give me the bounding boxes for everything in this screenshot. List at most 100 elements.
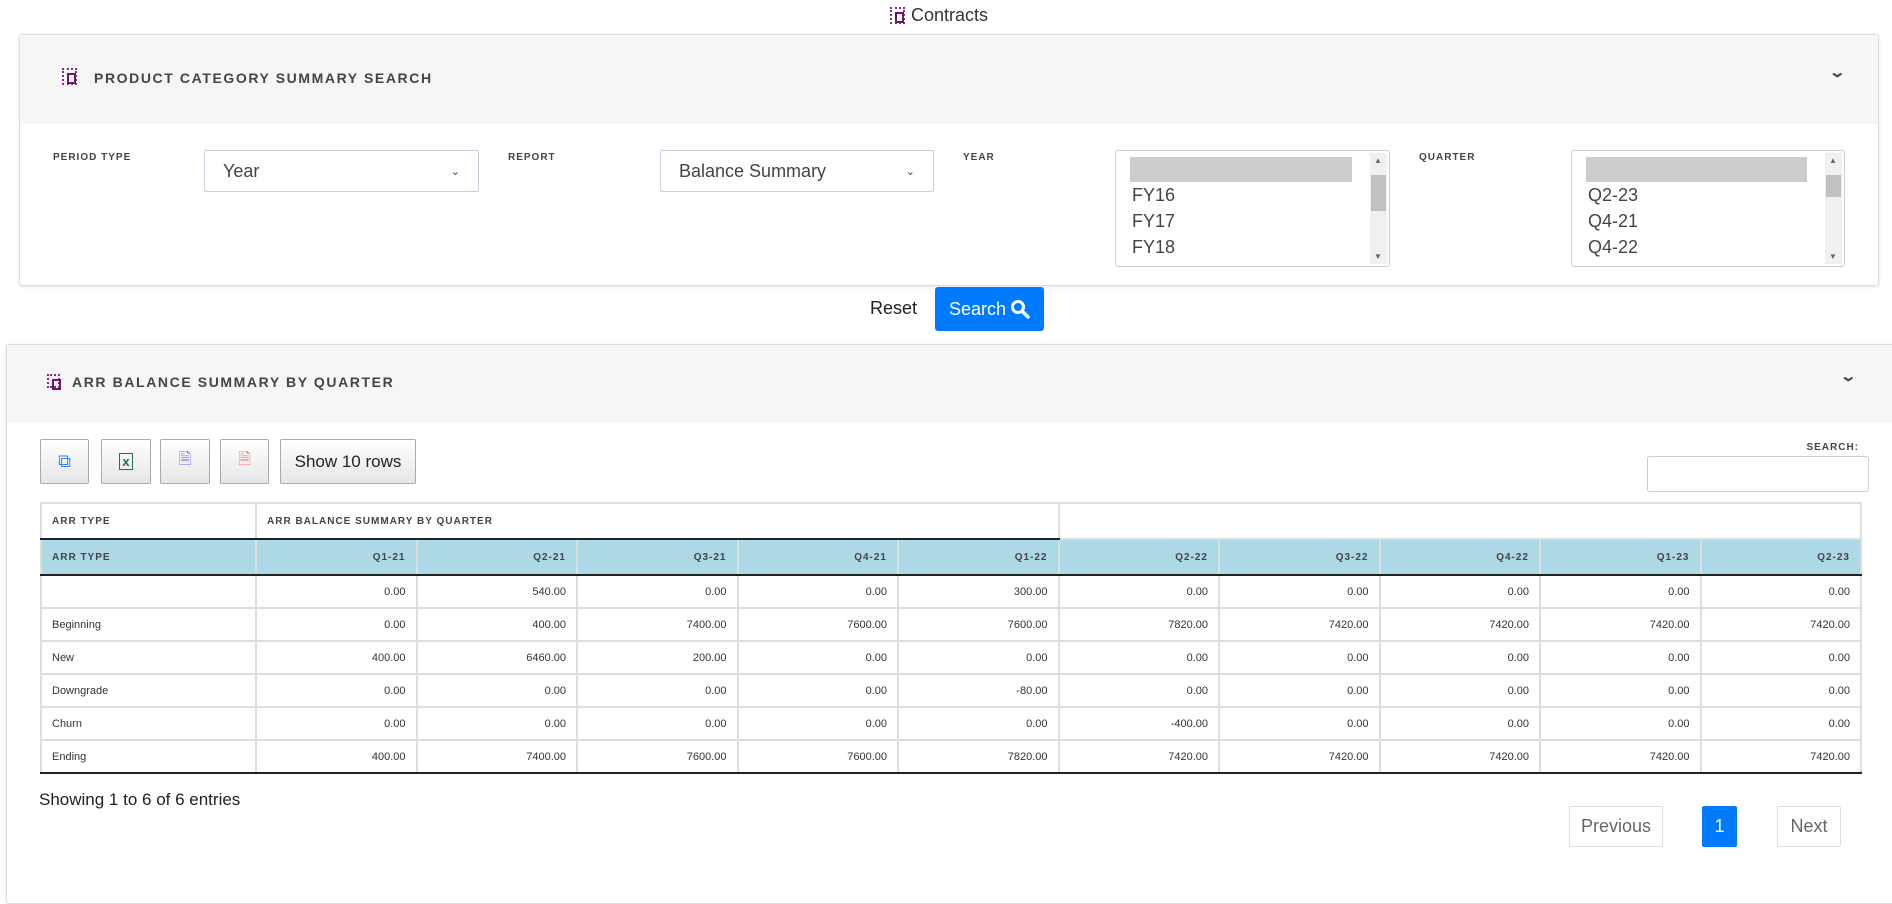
column-header[interactable]: Q1-23 bbox=[1539, 538, 1702, 576]
product-icon bbox=[62, 68, 77, 85]
column-header[interactable]: Q2-21 bbox=[415, 538, 578, 576]
year-option[interactable]: FY16 bbox=[1116, 182, 1367, 208]
scroll-up-icon[interactable]: ▲ bbox=[1829, 156, 1837, 165]
excel-icon: x bbox=[119, 453, 133, 470]
chevron-down-icon[interactable]: ⌄ bbox=[1839, 367, 1857, 385]
quarter-label: QUARTER bbox=[1419, 152, 1476, 163]
search-panel-title: PRODUCT CATEGORY SUMMARY SEARCH bbox=[94, 70, 433, 86]
quarter-option[interactable]: Q4-22 bbox=[1572, 234, 1822, 260]
table-info: Showing 1 to 6 of 6 entries bbox=[39, 790, 241, 809]
column-header[interactable]: Q2-23 bbox=[1699, 538, 1862, 576]
period-type-label: PERIOD TYPE bbox=[53, 152, 132, 163]
arr-type-cell: New bbox=[40, 640, 257, 675]
value-cell: 0.00 bbox=[1218, 640, 1381, 675]
search-button-label: Search bbox=[948, 298, 1007, 319]
column-header[interactable]: Q1-22 bbox=[897, 538, 1060, 576]
column-header[interactable]: Q4-22 bbox=[1378, 538, 1541, 576]
column-header[interactable]: Q3-21 bbox=[576, 538, 739, 576]
value-cell: 0.00 bbox=[1057, 640, 1220, 675]
product-icon bbox=[47, 374, 61, 390]
value-cell: 0.00 bbox=[255, 607, 418, 642]
search-panel-header[interactable]: PRODUCT CATEGORY SUMMARY SEARCH ⌄ bbox=[20, 35, 1878, 124]
results-panel-header[interactable]: ARR BALANCE SUMMARY BY QUARTER ⌄ bbox=[7, 345, 1892, 423]
next-button[interactable]: Next bbox=[1777, 806, 1841, 847]
results-panel-title: ARR BALANCE SUMMARY BY QUARTER bbox=[72, 374, 395, 390]
value-cell: 0.00 bbox=[1057, 673, 1220, 708]
column-header[interactable]: Q4-21 bbox=[736, 538, 899, 576]
previous-label: Previous bbox=[1580, 816, 1652, 836]
period-type-select[interactable]: Year ⌄ bbox=[204, 150, 479, 192]
arr-type-cell: Beginning bbox=[40, 607, 257, 642]
value-cell: 7420.00 bbox=[1539, 739, 1702, 774]
scroll-up-icon[interactable]: ▲ bbox=[1374, 156, 1382, 165]
quarter-scrollbar[interactable]: ▲ ▼ bbox=[1825, 153, 1842, 264]
value-cell: 0.00 bbox=[1699, 640, 1862, 675]
value-cell: 0.00 bbox=[1218, 706, 1381, 741]
next-label: Next bbox=[1790, 816, 1828, 836]
value-cell: 7400.00 bbox=[576, 607, 739, 642]
value-cell: 0.00 bbox=[1539, 673, 1702, 708]
value-cell: 0.00 bbox=[255, 673, 418, 708]
column-header[interactable]: Q3-22 bbox=[1218, 538, 1381, 576]
csv-icon: 🗎 bbox=[178, 451, 192, 468]
value-cell: 0.00 bbox=[1057, 574, 1220, 609]
table-row: Downgrade 0.00 0.00 0.00 0.00 -80.00 0.00 0.00 0… bbox=[40, 673, 1862, 708]
csv-button[interactable]: 🗎 bbox=[160, 439, 210, 484]
group-header-row: ARR TYPE ARR BALANCE SUMMARY BY QUARTER bbox=[40, 502, 1862, 540]
value-cell: 7420.00 bbox=[1699, 739, 1862, 774]
quarter-option[interactable] bbox=[1586, 157, 1807, 182]
column-header[interactable]: Q1-21 bbox=[255, 538, 418, 576]
search-button[interactable]: Search bbox=[935, 287, 1044, 331]
chevron-down-icon[interactable]: ⌄ bbox=[1829, 63, 1847, 81]
page-1-button[interactable]: 1 bbox=[1702, 806, 1737, 847]
scroll-down-icon[interactable]: ▼ bbox=[1829, 252, 1837, 261]
page-title-text: Contracts bbox=[911, 5, 989, 25]
quarter-listbox[interactable]: Q2-23 Q4-21 Q4-22 ▲ ▼ bbox=[1571, 150, 1845, 267]
value-cell: 0.00 bbox=[1699, 706, 1862, 741]
value-cell: 0.00 bbox=[255, 574, 418, 609]
column-header[interactable]: Q2-22 bbox=[1057, 538, 1220, 576]
value-cell: 7420.00 bbox=[1218, 607, 1381, 642]
value-cell: 7600.00 bbox=[736, 739, 899, 774]
year-option[interactable] bbox=[1130, 157, 1352, 182]
report-label: REPORT bbox=[508, 152, 556, 163]
excel-button[interactable]: x bbox=[101, 439, 151, 484]
year-scrollbar[interactable]: ▲ ▼ bbox=[1370, 153, 1387, 264]
group-header: ARR BALANCE SUMMARY BY QUARTER bbox=[255, 502, 1060, 540]
quarter-option[interactable]: Q2-23 bbox=[1572, 182, 1822, 208]
value-cell: 0.00 bbox=[736, 574, 899, 609]
show-rows-button[interactable]: Show 10 rows bbox=[280, 439, 416, 484]
value-cell: 0.00 bbox=[1218, 673, 1381, 708]
period-type-value: Year bbox=[223, 160, 260, 181]
year-listbox[interactable]: FY16 FY17 FY18 ▲ ▼ bbox=[1115, 150, 1390, 267]
value-cell: 7420.00 bbox=[1378, 739, 1541, 774]
table-search-input[interactable] bbox=[1647, 456, 1869, 492]
value-cell: 0.00 bbox=[415, 673, 578, 708]
year-option[interactable]: FY17 bbox=[1116, 208, 1367, 234]
value-cell: 7600.00 bbox=[576, 739, 739, 774]
value-cell: 0.00 bbox=[576, 574, 739, 609]
value-cell: 0.00 bbox=[736, 640, 899, 675]
scroll-down-icon[interactable]: ▼ bbox=[1374, 252, 1382, 261]
copy-button[interactable]: ⧉ bbox=[40, 439, 89, 484]
quarter-option[interactable]: Q4-21 bbox=[1572, 208, 1822, 234]
arr-type-cell: Ending bbox=[40, 739, 257, 774]
value-cell: 0.00 bbox=[255, 706, 418, 741]
column-header[interactable]: ARR TYPE bbox=[40, 538, 257, 576]
arr-balance-table: ARR TYPE ARR BALANCE SUMMARY BY QUARTER … bbox=[40, 502, 1862, 774]
previous-button[interactable]: Previous bbox=[1569, 806, 1663, 847]
page-title: Contracts bbox=[890, 5, 988, 26]
report-select[interactable]: Balance Summary ⌄ bbox=[660, 150, 934, 192]
value-cell: 400.00 bbox=[255, 739, 418, 774]
year-option[interactable]: FY18 bbox=[1116, 234, 1367, 260]
value-cell: 0.00 bbox=[736, 706, 899, 741]
value-cell: 0.00 bbox=[1539, 640, 1702, 675]
reset-button[interactable]: Reset bbox=[870, 298, 917, 319]
value-cell: 0.00 bbox=[897, 706, 1060, 741]
value-cell: 200.00 bbox=[576, 640, 739, 675]
show-rows-label: Show 10 rows bbox=[294, 451, 402, 471]
value-cell: 7600.00 bbox=[736, 607, 899, 642]
arr-type-cell bbox=[40, 574, 257, 609]
pdf-button[interactable]: 🗎 bbox=[220, 439, 269, 484]
value-cell: 0.00 bbox=[1539, 574, 1702, 609]
